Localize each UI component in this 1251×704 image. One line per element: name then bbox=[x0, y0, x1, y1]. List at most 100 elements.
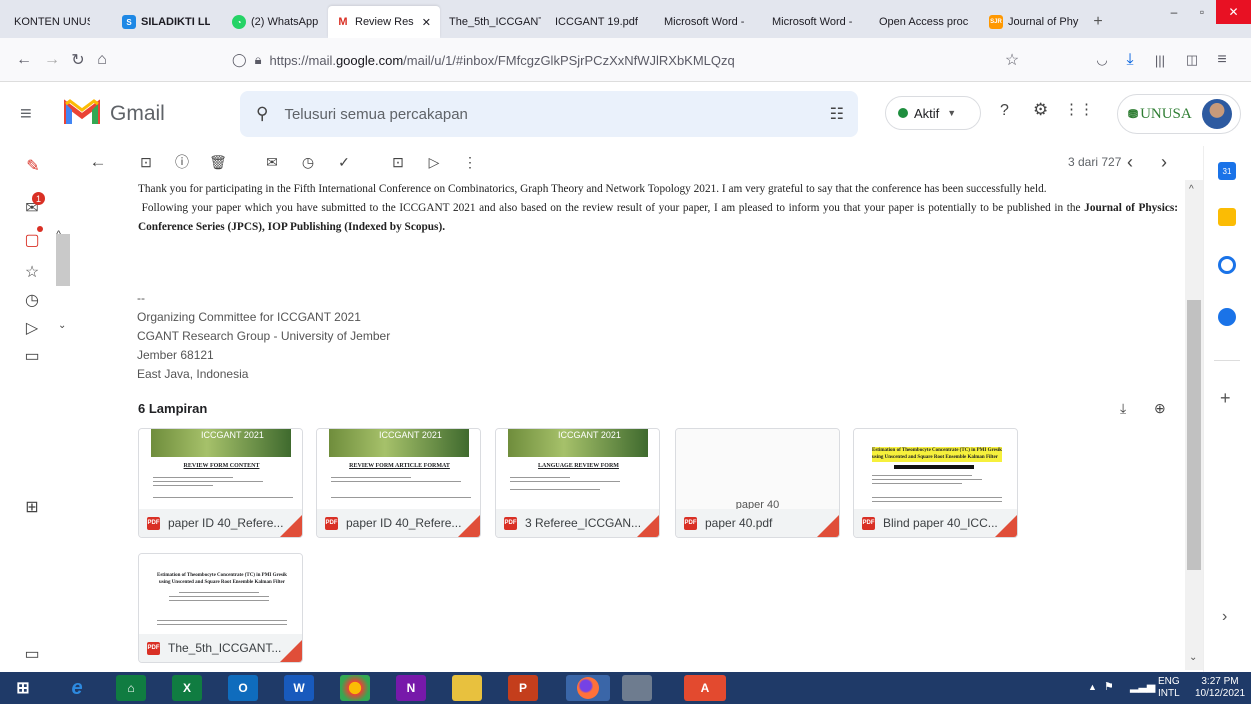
attachment-card[interactable]: paper 40 PDF paper 40.pdf bbox=[675, 428, 840, 538]
attachment-thumbnail: Estimation of Theombocyte Concentrate (T… bbox=[139, 554, 302, 636]
account-switcher[interactable]: ⛃ UNUSA bbox=[1117, 94, 1241, 134]
tasks-icon[interactable] bbox=[1218, 256, 1236, 274]
search-bar[interactable]: ⚲ Telusuri semua percakapan ☷ bbox=[240, 91, 858, 137]
scroll-down-arrow-icon[interactable]: ⌄ bbox=[1189, 652, 1197, 663]
search-options-icon[interactable]: ☷ bbox=[830, 104, 844, 124]
tab-label: ICCGANT 19.pdf bbox=[555, 16, 638, 28]
search-icon[interactable]: ⚲ bbox=[256, 104, 268, 124]
snoozed-clock-icon[interactable]: ◷ bbox=[20, 288, 44, 312]
settings-gear-icon[interactable]: ⚙ bbox=[1033, 100, 1048, 120]
label-icon[interactable]: ▷ bbox=[424, 152, 444, 172]
tab-konten-unusa[interactable]: KONTEN UNUSA bbox=[6, 6, 90, 38]
archive-icon[interactable]: ⊡ bbox=[136, 152, 156, 172]
minimize-window-icon[interactable]: – bbox=[1160, 0, 1188, 24]
close-window-icon[interactable]: ✕ bbox=[1216, 0, 1251, 24]
avatar[interactable] bbox=[1201, 99, 1232, 129]
attachment-corner-fold bbox=[817, 515, 839, 537]
attachment-card[interactable]: ICCGANT 2021 LANGUAGE REVIEW FORM PDF 3 R… bbox=[495, 428, 660, 538]
menu-hamburger-icon[interactable]: ≡ bbox=[1210, 48, 1234, 72]
download-all-icon[interactable]: ⤓ bbox=[1120, 400, 1126, 417]
internet-explorer-icon[interactable]: e bbox=[62, 675, 92, 701]
windows-start-icon[interactable]: ⊞ bbox=[8, 675, 38, 701]
tab-iccgant-pdf[interactable]: ICCGANT 19.pdf bbox=[547, 6, 647, 38]
email-paragraph-2-text: Following your paper which you have subm… bbox=[141, 202, 1085, 214]
chevron-down-icon[interactable]: ⌄ bbox=[58, 320, 66, 331]
tab-review-results[interactable]: M Review Res ✕ bbox=[328, 6, 440, 38]
main-menu-icon[interactable]: ≡ bbox=[20, 102, 44, 126]
snooze-clock-icon[interactable]: ◷ bbox=[298, 152, 318, 172]
tab-siladikti[interactable]: S SILADIKTI LL bbox=[114, 6, 210, 38]
tab-label: Journal of Phy bbox=[1008, 16, 1079, 28]
mark-unread-icon[interactable]: ✉ bbox=[262, 152, 282, 172]
keep-icon[interactable] bbox=[1218, 208, 1236, 226]
rail-scrollbar[interactable] bbox=[56, 234, 70, 286]
network-icon[interactable]: ⚑ bbox=[1104, 680, 1114, 693]
address-bar[interactable]: ◯ 🔒︎ https://mail. google.com/mail/u/1/#i… bbox=[232, 44, 1032, 76]
add-addon-plus-icon[interactable]: + bbox=[1220, 388, 1231, 409]
expand-panel-chevron-icon[interactable]: › bbox=[1222, 608, 1227, 626]
attachment-card[interactable]: ICCGANT 2021 REVIEW FORM ARTICLE FORMAT … bbox=[316, 428, 481, 538]
clock[interactable]: 3:27 PM 10/12/2021 bbox=[1190, 676, 1250, 700]
attachment-card[interactable]: Estimation of Theombocyte Concentrate (T… bbox=[853, 428, 1018, 538]
meet-video-icon[interactable]: ▭ bbox=[20, 642, 44, 666]
tab-microsoft-word-1[interactable]: Microsoft Word - bbox=[656, 6, 756, 38]
gmail-logo-icon[interactable] bbox=[63, 98, 101, 128]
help-icon[interactable]: ? bbox=[1000, 102, 1009, 120]
acrobat-icon[interactable]: A bbox=[684, 675, 726, 701]
powerpoint-icon[interactable]: P bbox=[508, 675, 538, 701]
download-icon[interactable]: ⤓ bbox=[1118, 48, 1142, 72]
attachment-card[interactable]: ICCGANT 2021 REVIEW FORM CONTENT PDF pape… bbox=[138, 428, 303, 538]
reload-icon[interactable]: ↻ bbox=[66, 48, 90, 72]
file-explorer-icon[interactable] bbox=[452, 675, 482, 701]
scrollbar-thumb[interactable] bbox=[1187, 300, 1201, 570]
bookmark-star-icon[interactable]: ☆ bbox=[1000, 48, 1024, 72]
maximize-window-icon[interactable]: ▫ bbox=[1188, 0, 1216, 24]
outlook-icon[interactable]: O bbox=[228, 675, 258, 701]
email-scrollbar[interactable]: ^ ⌄ bbox=[1185, 180, 1203, 670]
close-tab-icon[interactable]: ✕ bbox=[422, 16, 431, 29]
new-tab-plus-icon[interactable]: + bbox=[1088, 10, 1108, 34]
desktop-app-icon[interactable] bbox=[622, 675, 652, 701]
back-arrow-icon[interactable]: ← bbox=[12, 48, 36, 72]
excel-icon[interactable]: X bbox=[172, 675, 202, 701]
status-dropdown[interactable]: Aktif ▼ bbox=[885, 96, 981, 130]
onenote-icon[interactable]: N bbox=[396, 675, 426, 701]
chrome-icon[interactable] bbox=[340, 675, 370, 701]
wifi-signal-icon[interactable]: ▂▃▅ bbox=[1130, 680, 1155, 693]
older-chevron-right-icon[interactable]: › bbox=[1154, 152, 1174, 172]
move-to-icon[interactable]: ⊡ bbox=[388, 152, 408, 172]
tab-open-access[interactable]: Open Access proc bbox=[871, 6, 975, 38]
pocket-icon[interactable]: ◡ bbox=[1090, 48, 1114, 72]
word-icon[interactable]: W bbox=[284, 675, 314, 701]
meet-chat-icon[interactable]: ▭ bbox=[20, 344, 44, 368]
firefox-icon[interactable] bbox=[566, 675, 610, 701]
language-indicator[interactable]: ENG INTL bbox=[1158, 676, 1180, 700]
scroll-up-arrow-icon[interactable]: ^ bbox=[1189, 184, 1194, 195]
calendar-icon[interactable]: 31 bbox=[1218, 162, 1236, 180]
tab-microsoft-word-2[interactable]: Microsoft Word - bbox=[764, 6, 864, 38]
back-to-inbox-arrow-icon[interactable]: ← bbox=[88, 152, 108, 172]
contacts-icon[interactable] bbox=[1218, 308, 1236, 326]
sidebar-toggle-icon[interactable]: ◫ bbox=[1180, 48, 1204, 72]
add-to-tasks-icon[interactable]: ✓ bbox=[334, 152, 354, 172]
starred-icon[interactable]: ☆ bbox=[20, 260, 44, 284]
newer-chevron-left-icon[interactable]: ‹ bbox=[1120, 152, 1140, 172]
tray-expand-icon[interactable]: ▲ bbox=[1088, 682, 1097, 692]
save-to-drive-icon[interactable]: ⊕ bbox=[1154, 400, 1166, 417]
library-icon[interactable]: ||| bbox=[1148, 48, 1172, 72]
store-icon[interactable]: ⌂ bbox=[116, 675, 146, 701]
forward-arrow-icon[interactable]: → bbox=[40, 48, 64, 72]
attachment-card[interactable]: Estimation of Theombocyte Concentrate (T… bbox=[138, 553, 303, 663]
tab-journal-of-physics[interactable]: SJR Journal of Phy bbox=[981, 6, 1081, 38]
search-input[interactable]: Telusuri semua percakapan bbox=[284, 106, 467, 123]
report-spam-icon[interactable]: ⓘ bbox=[172, 152, 192, 172]
compose-pencil-icon[interactable]: ✎ bbox=[18, 151, 48, 181]
home-icon[interactable]: ⌂ bbox=[90, 48, 114, 72]
spaces-icon[interactable]: ⊞ bbox=[20, 495, 44, 519]
tab-whatsapp[interactable]: ◔ (2) WhatsApp bbox=[224, 6, 324, 38]
tab-5th-iccgant[interactable]: The_5th_ICCGANT bbox=[441, 6, 541, 38]
sent-icon[interactable]: ▷ bbox=[20, 316, 44, 340]
apps-grid-icon[interactable]: ⋮⋮ bbox=[1064, 100, 1094, 118]
delete-trash-icon[interactable]: 🗑︎ bbox=[208, 152, 228, 172]
more-options-icon[interactable]: ⋮ bbox=[460, 152, 480, 172]
